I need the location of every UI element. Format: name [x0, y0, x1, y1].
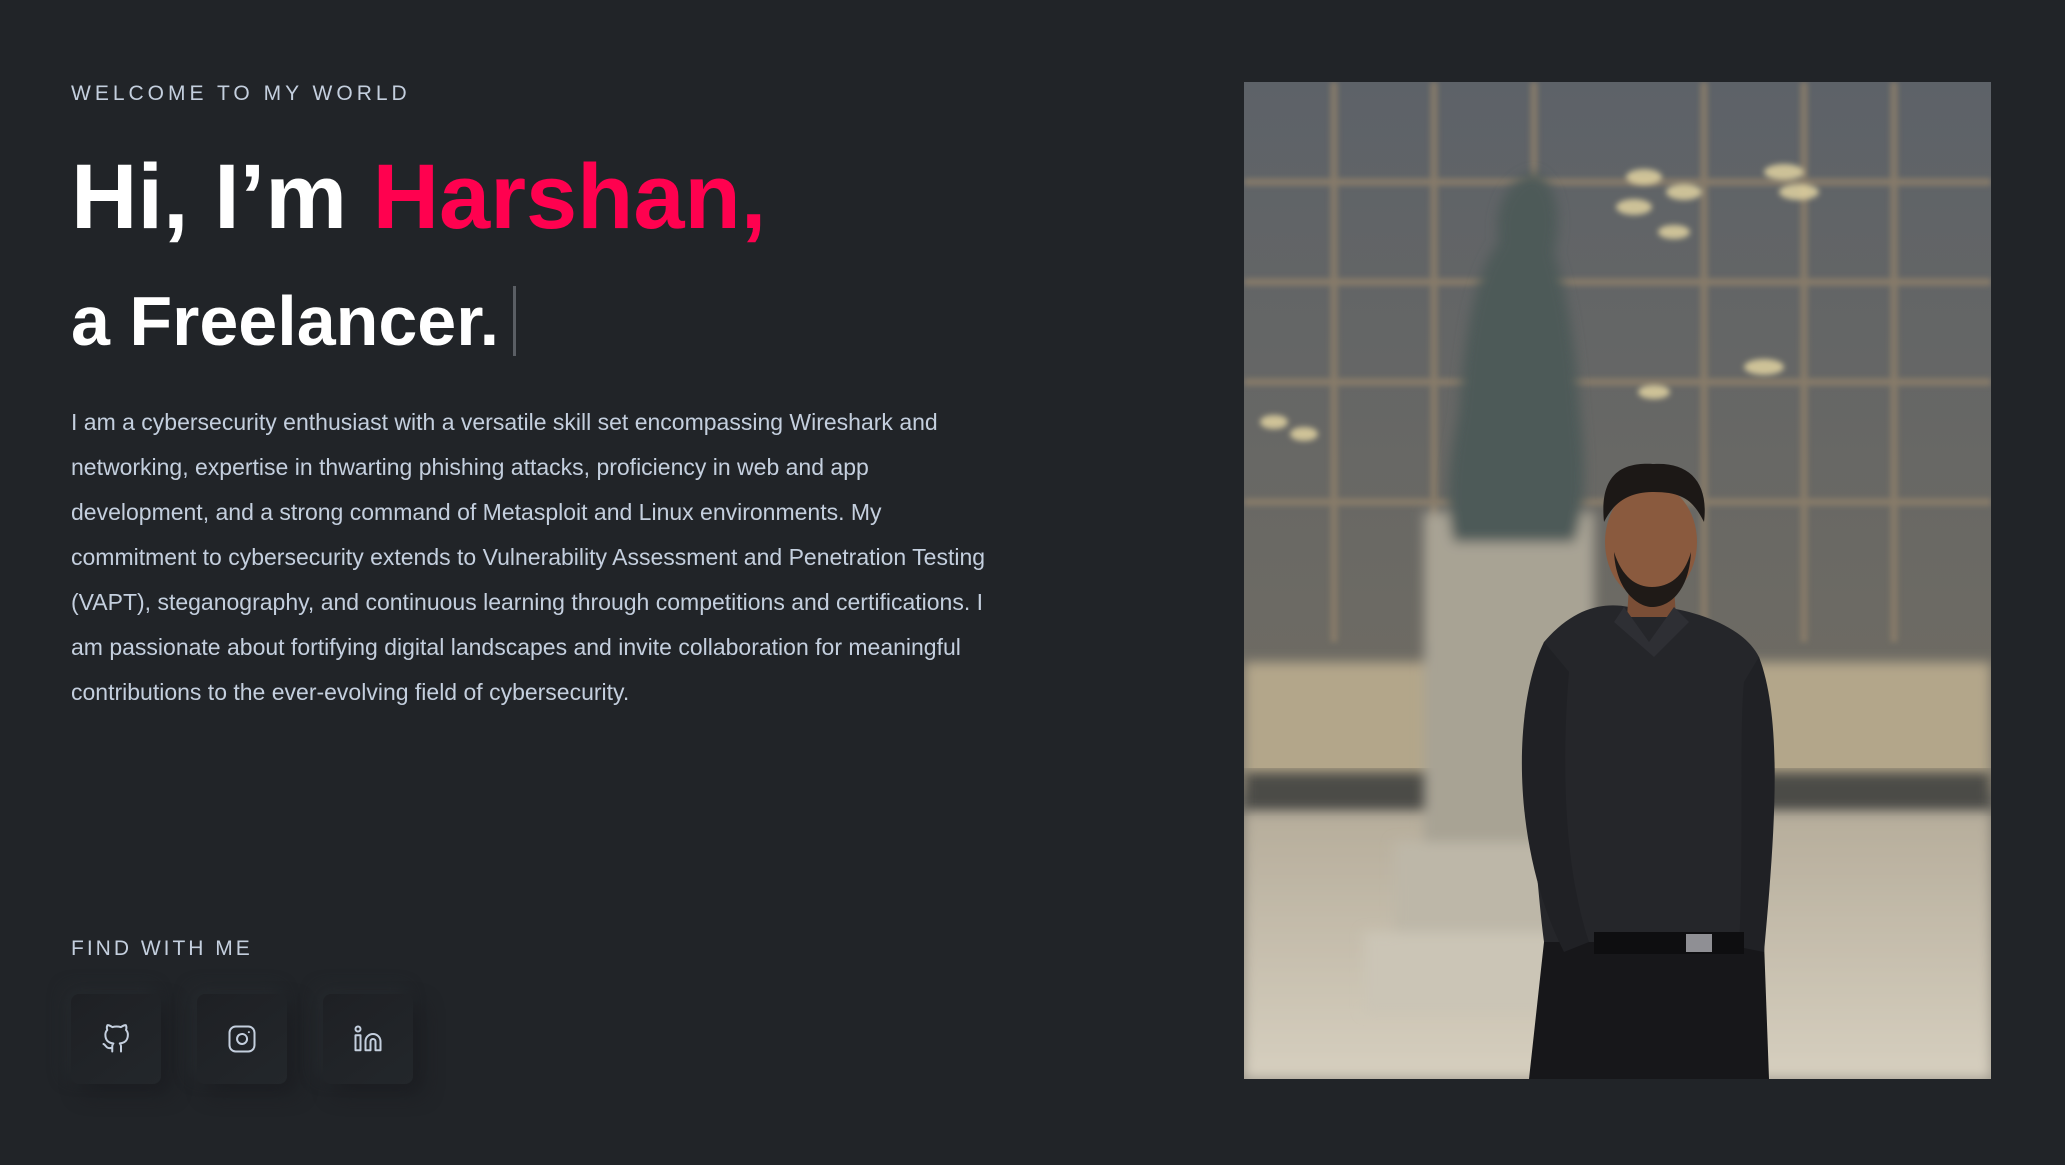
linkedin-link[interactable] — [323, 994, 413, 1084]
github-icon — [102, 1024, 129, 1053]
greeting-text: Hi, I’m — [71, 146, 373, 248]
instagram-link[interactable] — [197, 994, 287, 1084]
social-links — [71, 994, 413, 1084]
role-text: a Freelancer. — [71, 282, 500, 360]
profile-photo-illustration — [1244, 82, 1991, 1079]
typing-caret — [513, 286, 517, 356]
profile-photo — [1244, 82, 1991, 1079]
instagram-icon — [228, 1025, 256, 1053]
headline-greeting: Hi, I’m Harshan, — [71, 142, 766, 252]
bio-paragraph: I am a cybersecurity enthusiast with a v… — [71, 409, 986, 705]
welcome-eyebrow: WELCOME TO MY WORLD — [71, 82, 411, 105]
github-link[interactable] — [71, 994, 161, 1084]
headline-role: a Freelancer. — [71, 278, 517, 364]
name-highlight: Harshan, — [372, 146, 767, 248]
hero-section: WELCOME TO MY WORLD Hi, I’m Harshan, a F… — [0, 0, 2065, 1165]
find-with-me-heading: FIND WITH ME — [71, 937, 253, 960]
linkedin-icon — [354, 1025, 382, 1052]
